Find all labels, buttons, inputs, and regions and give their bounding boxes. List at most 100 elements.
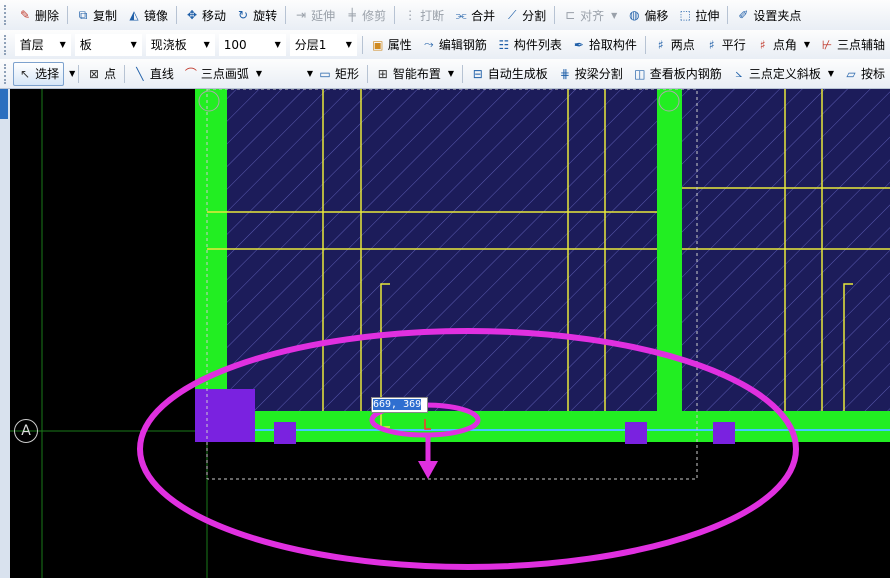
two-points-axis-icon: ♯ <box>657 37 664 52</box>
merge-button[interactable]: ⫘ 合并 <box>450 4 499 26</box>
point-angle-icon: ♯ <box>759 37 766 52</box>
mirror-button[interactable]: ◭ 镜像 <box>123 4 172 26</box>
separator <box>124 64 125 83</box>
annotation-arrow-head <box>418 461 438 479</box>
edit-toolbar: ✎ 删除 ⧉ 复制 ◭ 镜像 ✥ 移动 ↻ 旋转 ⇥ 延伸 ╪ 修剪 ⋮ 打断 ⫘ 合并 ⟋ 分割 … <box>0 0 890 31</box>
move-icon: ✥ <box>187 8 198 22</box>
trim-icon: ╪ <box>348 8 356 22</box>
mirror-icon: ◭ <box>129 8 139 22</box>
stretch-button[interactable]: ⬚ 拉伸 <box>674 4 723 26</box>
column[interactable] <box>195 389 255 442</box>
line-button[interactable]: ╲ 直线 <box>129 63 178 85</box>
split-by-beam-button[interactable]: ⋕ 按梁分割 <box>554 63 627 85</box>
point-button[interactable]: ⊠ 点 <box>83 63 120 85</box>
view-rebar-icon: ◫ <box>634 66 646 81</box>
trim-button[interactable]: ╪ 修剪 <box>341 4 390 26</box>
split-icon: ⟋ <box>507 7 517 22</box>
list-icon: ☷ <box>498 37 510 52</box>
point-icon: ⊠ <box>89 66 100 81</box>
chevron-down-icon: ▼ <box>803 40 810 49</box>
select-button[interactable]: ↖ 选择 <box>13 61 65 86</box>
rebar-icon: ⤳ <box>424 37 434 51</box>
eyedropper-icon: ✒ <box>573 37 584 52</box>
set-grip-button[interactable]: ✐ 设置夹点 <box>732 4 805 26</box>
separator <box>367 64 368 83</box>
extend-button[interactable]: ⇥ 延伸 <box>290 4 339 26</box>
chevron-down-icon: ▼ <box>827 69 834 78</box>
auto-generate-slab-button[interactable]: ⊟ 自动生成板 <box>467 63 552 85</box>
chevron-down-icon: ▼ <box>203 40 210 49</box>
delete-icon: ✎ <box>19 8 31 22</box>
three-point-aux-button[interactable]: ⊬ 三点辅轴 <box>816 34 889 56</box>
grid-icon: ⊟ <box>472 66 483 81</box>
separator <box>176 6 178 24</box>
toolbar-grip[interactable] <box>4 34 10 55</box>
separator <box>285 6 287 24</box>
break-icon: ⋮ <box>404 8 417 22</box>
rectangle-icon: ▭ <box>319 66 331 81</box>
toolbar-grip[interactable] <box>4 5 10 25</box>
sub-type-select[interactable]: 现浇板 ▼ <box>145 33 215 56</box>
component-type-select[interactable]: 板 ▼ <box>74 33 142 56</box>
two-points-button[interactable]: ♯ 两点 <box>650 34 699 56</box>
separator <box>361 35 363 54</box>
split-button[interactable]: ⟋ 分割 <box>501 4 550 26</box>
stretch-icon: ⬚ <box>679 8 692 22</box>
parallel-axis-icon: ♯ <box>708 37 715 52</box>
edit-rebar-button[interactable]: ⤳ 编辑钢筋 <box>418 34 491 56</box>
slab-panel[interactable] <box>682 89 890 411</box>
delete-button[interactable]: ✎ 删除 <box>14 4 63 26</box>
panel-tab[interactable] <box>0 89 8 119</box>
floor-select[interactable]: 首层 ▼ <box>14 33 71 56</box>
separator <box>644 35 646 54</box>
column[interactable] <box>274 422 296 444</box>
copy-button[interactable]: ⧉ 复制 <box>72 4 121 26</box>
component-list-button[interactable]: ☷ 构件列表 <box>493 34 566 56</box>
extend-icon: ⇥ <box>296 8 307 22</box>
align-icon: ⊏ <box>565 8 576 22</box>
parallel-button[interactable]: ♯ 平行 <box>701 34 750 56</box>
chevron-down-icon: ▼ <box>274 40 281 49</box>
drawing-canvas[interactable]: A <box>10 89 890 578</box>
standard-icon: ▱ <box>846 66 856 81</box>
separator <box>554 6 556 24</box>
beam-middle[interactable] <box>657 89 682 429</box>
drawing-svg[interactable] <box>10 89 890 578</box>
aux-axis-icon: ⊬ <box>821 37 833 52</box>
rectangle-button[interactable]: ▭ 矩形 <box>314 63 363 85</box>
coordinate-input[interactable]: 669, 369 <box>371 397 428 413</box>
column[interactable] <box>625 422 647 444</box>
chevron-down-icon: ▼ <box>611 10 618 20</box>
offset-button[interactable]: ◍ 偏移 <box>623 4 672 26</box>
slope-icon: ⦣ <box>735 66 743 80</box>
smart-layout-button[interactable]: ⊞ 智能布置 ▼ <box>372 63 458 85</box>
chevron-down-icon: ▼ <box>130 40 137 49</box>
point-angle-button[interactable]: ♯ 点角 ▼ <box>752 34 814 56</box>
arc-icon: ⌒ <box>184 67 197 81</box>
thickness-select[interactable]: 100 ▼ <box>218 33 286 56</box>
layer-select[interactable]: 分层1 ▼ <box>289 33 357 56</box>
properties-button[interactable]: ▣ 属性 <box>367 34 416 56</box>
offset-icon: ◍ <box>629 8 640 22</box>
view-slab-rebar-button[interactable]: ◫ 查看板内钢筋 <box>629 63 726 85</box>
merge-icon: ⫘ <box>455 7 467 22</box>
chevron-down-icon[interactable]: ▼ <box>307 69 313 78</box>
properties-icon: ▣ <box>372 37 384 52</box>
break-button[interactable]: ⋮ 打断 <box>399 4 448 26</box>
three-point-slope-button[interactable]: ⦣ 三点定义斜板 ▼ <box>728 63 838 85</box>
slab-panel[interactable] <box>227 89 657 411</box>
three-point-arc-button[interactable]: ⌒ 三点画弧 ▼ <box>180 63 266 85</box>
chevron-down-icon[interactable]: ▼ <box>69 69 75 78</box>
rotate-button[interactable]: ↻ 旋转 <box>232 4 281 26</box>
grip-icon: ✐ <box>738 8 749 22</box>
separator <box>394 6 396 24</box>
by-standard-button[interactable]: ▱ 按标 <box>840 63 889 85</box>
move-button[interactable]: ✥ 移动 <box>181 4 230 26</box>
separator <box>67 6 69 24</box>
toolbar-grip[interactable] <box>4 63 9 84</box>
chevron-down-icon: ▼ <box>345 40 352 49</box>
align-button[interactable]: ⊏ 对齐 ▼ <box>559 4 621 26</box>
separator <box>78 64 80 83</box>
column[interactable] <box>713 422 735 444</box>
pick-component-button[interactable]: ✒ 拾取构件 <box>568 34 641 56</box>
